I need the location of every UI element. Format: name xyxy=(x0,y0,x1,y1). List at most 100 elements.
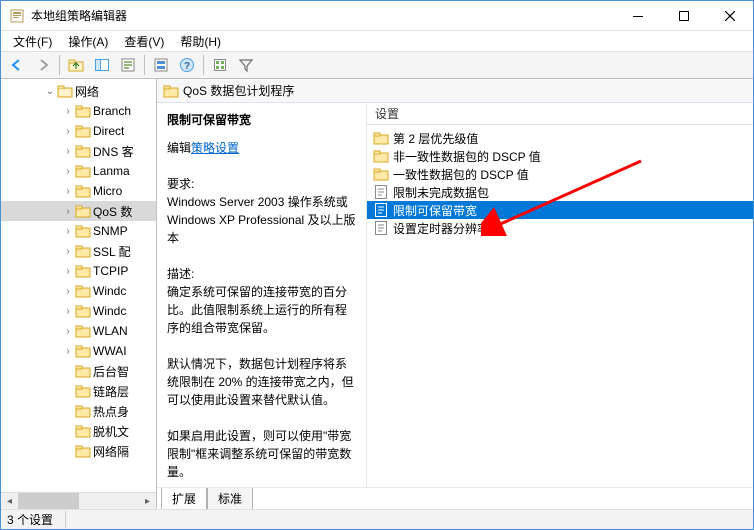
expand-icon[interactable]: › xyxy=(61,246,75,257)
minimize-button[interactable] xyxy=(615,1,661,31)
tree-node[interactable]: › TCPIP xyxy=(1,261,156,281)
folder-icon xyxy=(75,383,91,399)
menu-view[interactable]: 查看(V) xyxy=(118,31,170,52)
menu-help[interactable]: 帮助(H) xyxy=(174,31,227,52)
expand-icon[interactable]: › xyxy=(61,266,75,277)
expand-icon[interactable]: › xyxy=(61,306,75,317)
tree-node[interactable]: › SSL 配 xyxy=(1,241,156,261)
detail-pane: 限制可保留带宽 编辑策略设置 要求: Windows Server 2003 操… xyxy=(157,103,367,487)
folder-icon xyxy=(75,163,91,179)
folder-icon xyxy=(75,263,91,279)
folder-icon xyxy=(75,343,91,359)
expand-icon[interactable]: › xyxy=(61,206,75,217)
tree-label: Lanma xyxy=(93,164,130,178)
tree-label: 脱机文 xyxy=(93,423,129,440)
maximize-button[interactable] xyxy=(661,1,707,31)
tab-extended[interactable]: 扩展 xyxy=(161,488,207,509)
tree-horizontal-scrollbar[interactable]: ◂ ▸ xyxy=(1,492,156,509)
tree-node[interactable]: ›Micro xyxy=(1,181,156,201)
tree-node-root[interactable]: ⌄ 网络 xyxy=(1,81,156,101)
folder-icon xyxy=(75,103,91,119)
detail-name: 限制可保留带宽 xyxy=(167,111,356,129)
list-item[interactable]: 一致性数据包的 DSCP 值 xyxy=(367,165,753,183)
edit-policy-link[interactable]: 策略设置 xyxy=(191,141,239,155)
expand-icon[interactable]: ⌄ xyxy=(43,86,57,97)
tree-node[interactable]: › Lanma xyxy=(1,161,156,181)
folder-icon xyxy=(75,403,91,419)
list-item[interactable]: 第 2 层优先级值 xyxy=(367,129,753,147)
tree-node[interactable]: 后台智 xyxy=(1,361,156,381)
tree-label: TCPIP xyxy=(93,264,128,278)
tree-node[interactable]: › Branch xyxy=(1,101,156,121)
tree-label: 热点身 xyxy=(93,403,129,420)
content-header-title: QoS 数据包计划程序 xyxy=(183,82,294,99)
tree-node[interactable]: › SNMP xyxy=(1,221,156,241)
folder-icon xyxy=(75,303,91,319)
list-item[interactable]: 限制可保留带宽 xyxy=(367,201,753,219)
tree-label: Direct xyxy=(93,124,124,138)
tree-node[interactable]: › QoS 数 xyxy=(1,201,156,221)
tree-node[interactable]: › Direct xyxy=(1,121,156,141)
tree-node[interactable]: 脱机文 xyxy=(1,421,156,441)
menu-action[interactable]: 操作(A) xyxy=(62,31,114,52)
tree-node[interactable]: ›WLAN xyxy=(1,321,156,341)
expand-icon[interactable]: › xyxy=(61,126,75,137)
tree-node[interactable]: 网络隔 xyxy=(1,441,156,461)
detail-req-text: Windows Server 2003 操作系统或 Windows XP Pro… xyxy=(167,193,356,247)
forward-button[interactable] xyxy=(31,53,55,77)
show-hide-tree-button[interactable] xyxy=(90,53,114,77)
properties-button[interactable] xyxy=(116,53,140,77)
tree-label: SSL 配 xyxy=(93,243,131,260)
up-button[interactable] xyxy=(64,53,88,77)
close-button[interactable] xyxy=(707,1,753,31)
help-button[interactable]: ? xyxy=(175,53,199,77)
folder-icon xyxy=(373,130,389,146)
scroll-right-button[interactable]: ▸ xyxy=(139,493,156,510)
setting-icon xyxy=(373,184,389,200)
list-item-label: 限制可保留带宽 xyxy=(393,202,477,219)
menu-bar: 文件(F) 操作(A) 查看(V) 帮助(H) xyxy=(1,31,753,51)
expand-icon[interactable]: › xyxy=(61,326,75,337)
tree-node[interactable]: 热点身 xyxy=(1,401,156,421)
list-item-label: 设置定时器分辨率 xyxy=(393,220,489,237)
folder-icon xyxy=(75,323,91,339)
tree-label: SNMP xyxy=(93,224,128,238)
tab-standard[interactable]: 标准 xyxy=(207,488,253,509)
setting-icon xyxy=(373,202,389,218)
settings-list-pane: 设置 第 2 层优先级值非一致性数据包的 DSCP 值一致性数据包的 DSCP … xyxy=(367,103,753,487)
list-item[interactable]: 设置定时器分辨率 xyxy=(367,219,753,237)
tree-label: QoS 数 xyxy=(93,203,132,220)
folder-icon xyxy=(75,123,91,139)
scroll-thumb[interactable] xyxy=(18,493,79,510)
expand-icon[interactable]: › xyxy=(61,346,75,357)
detail-desc-2: 默认情况下，数据包计划程序将系统限制在 20% 的连接带宽之内，但可以使用此设置… xyxy=(167,355,356,409)
tree-label: 网络 xyxy=(75,83,99,100)
expand-icon[interactable]: › xyxy=(61,146,75,157)
filter-button[interactable] xyxy=(234,53,258,77)
folder-icon xyxy=(75,283,91,299)
export-button[interactable] xyxy=(208,53,232,77)
list-item[interactable]: 非一致性数据包的 DSCP 值 xyxy=(367,147,753,165)
settings-column-header[interactable]: 设置 xyxy=(367,103,753,125)
back-button[interactable] xyxy=(5,53,29,77)
expand-icon[interactable]: › xyxy=(61,166,75,177)
scroll-left-button[interactable]: ◂ xyxy=(1,493,18,510)
expand-icon[interactable]: › xyxy=(61,106,75,117)
tree-label: Branch xyxy=(93,104,131,118)
tree-label: WWAI xyxy=(93,344,127,358)
status-text: 3 个设置 xyxy=(7,511,66,528)
folder-icon xyxy=(75,423,91,439)
menu-file[interactable]: 文件(F) xyxy=(7,31,58,52)
tree-node[interactable]: 链路层 xyxy=(1,381,156,401)
tree-node[interactable]: › WWAI xyxy=(1,341,156,361)
svg-text:?: ? xyxy=(184,61,190,72)
folder-icon xyxy=(373,148,389,164)
refresh-button[interactable] xyxy=(149,53,173,77)
tree-node[interactable]: ›Windc xyxy=(1,281,156,301)
expand-icon[interactable]: › xyxy=(61,226,75,237)
tree-node[interactable]: ›Windc xyxy=(1,301,156,321)
expand-icon[interactable]: › xyxy=(61,186,75,197)
list-item[interactable]: 限制未完成数据包 xyxy=(367,183,753,201)
expand-icon[interactable]: › xyxy=(61,286,75,297)
tree-node[interactable]: ›DNS 客 xyxy=(1,141,156,161)
